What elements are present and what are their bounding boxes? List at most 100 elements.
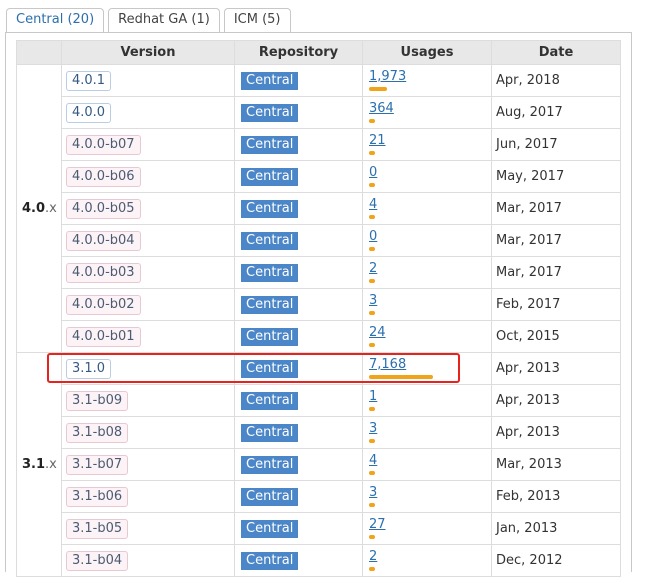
version-link[interactable]: 4.0.1 — [66, 70, 112, 91]
repository-cell: Central — [234, 224, 363, 257]
version-link[interactable]: 3.1.0 — [66, 358, 112, 379]
usages-link[interactable]: 7,168 — [369, 357, 406, 372]
version-link[interactable]: 4.0.0-b05 — [66, 198, 141, 219]
table-row: 3.1-b08 Central 3 Apr, 2013 — [17, 416, 621, 449]
version-column-header: Version — [61, 40, 235, 65]
version-link[interactable]: 4.0.0-b07 — [66, 134, 141, 155]
version-link[interactable]: 4.0.0-b02 — [66, 294, 141, 315]
version-link[interactable]: 3.1-b05 — [66, 518, 129, 539]
version-link[interactable]: 3.1-b09 — [66, 390, 129, 411]
repository-badge[interactable]: Central — [241, 263, 299, 282]
version-cell: 4.0.0-b02 — [61, 288, 235, 321]
repository-cell: Central — [234, 160, 363, 193]
usages-link[interactable]: 1 — [369, 389, 377, 404]
repository-badge[interactable]: Central — [241, 295, 299, 314]
repository-badge[interactable]: Central — [241, 327, 299, 346]
repository-cell: Central — [234, 384, 363, 417]
repository-cell: Central — [234, 448, 363, 481]
usages-link[interactable]: 0 — [369, 165, 377, 180]
usages-link[interactable]: 2 — [369, 261, 377, 276]
repository-badge[interactable]: Central — [241, 135, 299, 154]
usages-cell: 21 — [362, 128, 492, 161]
usages-link[interactable]: 1,973 — [369, 69, 406, 84]
table-row: 3.1.x 3.1.0 Central 7,168 Apr, 2013 — [16, 352, 621, 577]
version-group-label: 3.1.x — [16, 352, 62, 577]
usages-link[interactable]: 364 — [369, 101, 394, 116]
repository-badge[interactable]: Central — [241, 551, 299, 570]
usage-bar — [369, 535, 375, 539]
table-row: 4.0.0-b01 Central 24 Oct, 2015 — [17, 320, 621, 353]
usages-link[interactable]: 2 — [369, 549, 377, 564]
tab-central[interactable]: Central (20) — [6, 8, 105, 33]
version-link[interactable]: 3.1-b08 — [66, 422, 129, 443]
usages-cell: 2 — [362, 544, 492, 577]
tab-icm[interactable]: ICM (5) — [223, 8, 291, 33]
usage-bar — [369, 375, 433, 379]
version-cell: 3.1-b06 — [61, 480, 235, 513]
usages-link[interactable]: 0 — [369, 229, 377, 244]
usages-link[interactable]: 27 — [369, 517, 386, 532]
repository-cell: Central — [234, 512, 363, 545]
version-cell: 4.0.0-b01 — [61, 320, 235, 353]
date-cell: Mar, 2017 — [491, 256, 621, 289]
usages-link[interactable]: 3 — [369, 293, 377, 308]
repository-badge[interactable]: Central — [241, 199, 299, 218]
usages-cell: 3 — [362, 480, 492, 513]
table-row: 3.1-b05 Central 27 Jan, 2013 — [17, 512, 621, 545]
date-column-header: Date — [491, 40, 621, 65]
usages-link[interactable]: 24 — [369, 325, 386, 340]
usages-column-header: Usages — [362, 40, 492, 65]
version-link[interactable]: 4.0.0-b06 — [66, 166, 141, 187]
usages-cell: 0 — [362, 160, 492, 193]
usage-bar — [369, 247, 375, 251]
version-link[interactable]: 3.1-b06 — [66, 486, 129, 507]
version-link[interactable]: 3.1-b04 — [66, 550, 129, 571]
usages-link[interactable]: 4 — [369, 197, 377, 212]
version-cell: 4.0.0-b07 — [61, 128, 235, 161]
version-cell: 4.0.0-b05 — [61, 192, 235, 225]
repository-badge[interactable]: Central — [241, 103, 299, 122]
versions-table-body: 4.0.x 4.0.1 Central 1,973 Apr, 2018 4.0.0 Cent… — [16, 64, 621, 577]
repository-badge[interactable]: Central — [241, 391, 299, 410]
version-group-major: 3.1 — [22, 457, 46, 472]
repository-badge[interactable]: Central — [241, 359, 299, 378]
repository-badge[interactable]: Central — [241, 423, 299, 442]
version-cell: 4.0.0-b04 — [61, 224, 235, 257]
repository-badge[interactable]: Central — [241, 519, 299, 538]
usages-link[interactable]: 4 — [369, 453, 377, 468]
version-cell: 3.1-b08 — [61, 416, 235, 449]
version-cell: 3.1-b07 — [61, 448, 235, 481]
repository-badge[interactable]: Central — [241, 487, 299, 506]
usage-bar — [369, 119, 375, 123]
usages-link[interactable]: 3 — [369, 421, 377, 436]
repository-cell: Central — [234, 256, 363, 289]
date-cell: Mar, 2017 — [491, 224, 621, 257]
version-link[interactable]: 4.0.0-b03 — [66, 262, 141, 283]
usage-bar — [369, 407, 375, 411]
usage-bar — [369, 343, 375, 347]
table-row: 4.0.0-b06 Central 0 May, 2017 — [17, 160, 621, 193]
repository-badge[interactable]: Central — [241, 455, 299, 474]
usages-cell: 4 — [362, 448, 492, 481]
repository-badge[interactable]: Central — [241, 231, 299, 250]
version-cell: 3.1.0 — [61, 352, 235, 385]
usage-bar — [369, 503, 375, 507]
version-link[interactable]: 4.0.0 — [66, 102, 112, 123]
tab-redhat-ga[interactable]: Redhat GA (1) — [108, 8, 220, 33]
version-link[interactable]: 3.1-b07 — [66, 454, 129, 475]
repository-badge[interactable]: Central — [241, 167, 299, 186]
repository-cell: Central — [234, 192, 363, 225]
version-link[interactable]: 4.0.0-b01 — [66, 326, 141, 347]
repository-badge[interactable]: Central — [241, 71, 299, 90]
version-cell: 3.1-b09 — [61, 384, 235, 417]
usage-bar — [369, 183, 375, 187]
repository-cell: Central — [234, 128, 363, 161]
usages-link[interactable]: 3 — [369, 485, 377, 500]
repository-cell: Central — [234, 64, 363, 97]
versions-table: Version Repository Usages Date 4.0.x 4.0.… — [16, 40, 621, 577]
version-link[interactable]: 4.0.0-b04 — [66, 230, 141, 251]
usages-link[interactable]: 21 — [369, 133, 386, 148]
version-group-suffix: .x — [45, 201, 57, 216]
repository-column-header: Repository — [234, 40, 363, 65]
repository-cell: Central — [234, 352, 363, 385]
